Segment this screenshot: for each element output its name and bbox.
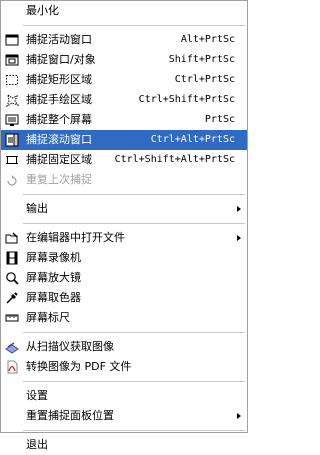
menu-item-convert-to-pdf[interactable]: 转换图像为 PDF 文件 [1, 357, 247, 377]
menu-item-label: 输出 [26, 202, 48, 215]
separator-line [23, 194, 245, 195]
menu-item-open-in-editor[interactable]: 在编辑器中打开文件 [1, 228, 247, 248]
submenu-arrow-icon [237, 206, 241, 212]
menu-item-shortcut: PrtSc [204, 114, 235, 125]
freehand-region-icon [5, 93, 19, 107]
menu-item-label: 设置 [26, 389, 48, 402]
menu-separator [1, 328, 247, 337]
menu-item-label: 从扫描仪获取图像 [26, 340, 114, 353]
menu-item-label: 转换图像为 PDF 文件 [26, 360, 132, 373]
menu-item-label: 重复上次捕捉 [26, 173, 92, 186]
menu-item-label: 退出 [26, 438, 48, 451]
menu-separator [1, 21, 247, 30]
window-icon [5, 33, 19, 47]
menu-item-shortcut: Ctrl+PrtSc [174, 74, 235, 85]
menu-item-capture-full-screen[interactable]: 捕捉整个屏幕 PrtSc [1, 110, 247, 130]
menu-item-shortcut: Shift+PrtSc [168, 54, 235, 65]
menu-item-label: 在编辑器中打开文件 [26, 231, 125, 244]
menu-item-label: 屏幕取色器 [26, 291, 81, 304]
menu-separator [1, 377, 247, 386]
menu-item-label: 捕捉手绘区域 [26, 93, 92, 106]
separator-line [23, 430, 245, 431]
menu-item-minimize[interactable]: 最小化 [1, 1, 247, 21]
menu-item-label: 捕捉窗口/对象 [26, 53, 96, 66]
menu-item-label: 捕捉滚动窗口 [26, 133, 92, 146]
open-editor-icon [5, 231, 19, 245]
menu-item-label: 捕捉固定区域 [26, 153, 92, 166]
menu-item-label: 重置捕捉面板位置 [26, 409, 114, 422]
menu-item-exit[interactable]: 退出 [1, 435, 247, 455]
scroll-window-icon [5, 133, 19, 147]
fixed-region-icon [5, 153, 19, 167]
menu-item-screen-ruler[interactable]: 屏幕标尺 [1, 308, 247, 328]
submenu-arrow-icon [237, 413, 241, 419]
menu-item-screen-magnifier[interactable]: 屏幕放大镜 [1, 268, 247, 288]
menu-item-reset-panel-position[interactable]: 重置捕捉面板位置 [1, 406, 247, 426]
menu-item-label: 屏幕放大镜 [26, 271, 81, 284]
context-menu: 最小化捕捉活动窗口 Alt+PrtSc 捕捉窗口/对象 Shift+PrtSc 捕捉矩形… [0, 0, 248, 451]
menu-item-shortcut: Ctrl+Shift+Alt+PrtSc [114, 154, 235, 165]
menu-item-shortcut: Ctrl+Alt+PrtSc [150, 134, 235, 145]
menu-item-repeat-last-capture: 重复上次捕捉 [1, 170, 247, 190]
menu-item-capture-fixed-region[interactable]: 捕捉固定区域 Ctrl+Shift+Alt+PrtSc [1, 150, 247, 170]
scanner-icon [5, 340, 19, 354]
menu-separator [1, 219, 247, 228]
separator-line [23, 25, 245, 26]
menu-item-label: 捕捉整个屏幕 [26, 113, 92, 126]
menu-item-output[interactable]: 输出 [1, 199, 247, 219]
menu-item-label: 捕捉活动窗口 [26, 33, 92, 46]
menu-item-label: 捕捉矩形区域 [26, 73, 92, 86]
menu-item-label: 最小化 [26, 4, 59, 17]
menu-item-settings[interactable]: 设置 [1, 386, 247, 406]
pdf-icon [5, 360, 19, 374]
menu-item-capture-active-window[interactable]: 捕捉活动窗口 Alt+PrtSc [1, 30, 247, 50]
menu-item-shortcut: Ctrl+Shift+PrtSc [138, 94, 235, 105]
repeat-icon [5, 173, 19, 187]
fullscreen-icon [5, 113, 19, 127]
film-icon [5, 251, 19, 265]
ruler-icon [5, 311, 19, 325]
menu-separator [1, 426, 247, 435]
separator-line [23, 223, 245, 224]
menu-item-screen-recorder[interactable]: 屏幕录像机 [1, 248, 247, 268]
submenu-arrow-icon [237, 235, 241, 241]
menu-item-label: 屏幕录像机 [26, 251, 81, 264]
menu-item-capture-freehand-region[interactable]: 捕捉手绘区域 Ctrl+Shift+PrtSc [1, 90, 247, 110]
separator-line [23, 381, 245, 382]
menu-item-label: 屏幕标尺 [26, 311, 70, 324]
window-object-icon [5, 53, 19, 67]
menu-item-capture-rect-region[interactable]: 捕捉矩形区域 Ctrl+PrtSc [1, 70, 247, 90]
magnifier-icon [5, 271, 19, 285]
separator-line [23, 332, 245, 333]
menu-item-capture-scrolling-window[interactable]: 捕捉滚动窗口 Ctrl+Alt+PrtSc [1, 130, 247, 150]
menu-items: 最小化捕捉活动窗口 Alt+PrtSc 捕捉窗口/对象 Shift+PrtSc 捕捉矩形… [1, 1, 247, 455]
menu-item-capture-window-object[interactable]: 捕捉窗口/对象 Shift+PrtSc [1, 50, 247, 70]
menu-item-acquire-from-scanner[interactable]: 从扫描仪获取图像 [1, 337, 247, 357]
rect-region-icon [5, 73, 19, 87]
menu-separator [1, 190, 247, 199]
eyedropper-icon [5, 291, 19, 305]
menu-item-shortcut: Alt+PrtSc [180, 34, 235, 45]
menu-item-screen-color-picker[interactable]: 屏幕取色器 [1, 288, 247, 308]
